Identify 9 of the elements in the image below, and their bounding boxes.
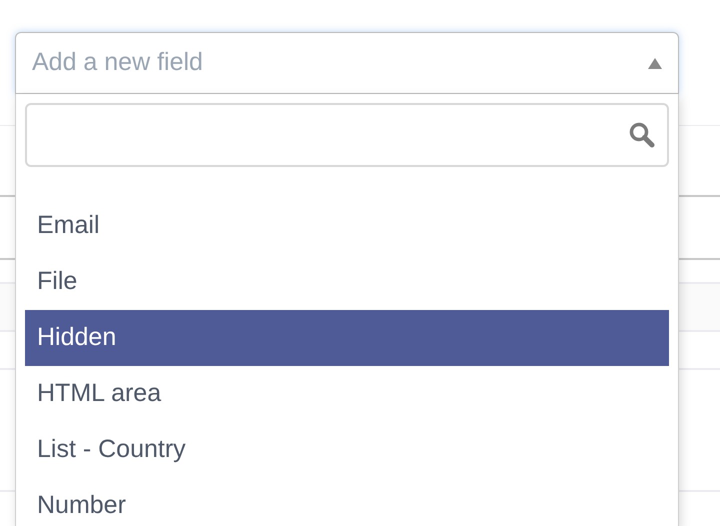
search-field[interactable] [25,103,669,167]
dropdown-option[interactable]: Hidden [25,310,669,366]
dropdown-option[interactable]: Email [25,198,669,254]
dropdown-option[interactable]: Number [25,478,669,526]
select-placeholder: Add a new field [32,47,203,78]
dropdown-option[interactable]: File [25,254,669,310]
dropdown-option[interactable]: HTML area [25,366,669,422]
search-icon [629,122,655,148]
dropdown-option[interactable]: List - Country [25,422,669,478]
